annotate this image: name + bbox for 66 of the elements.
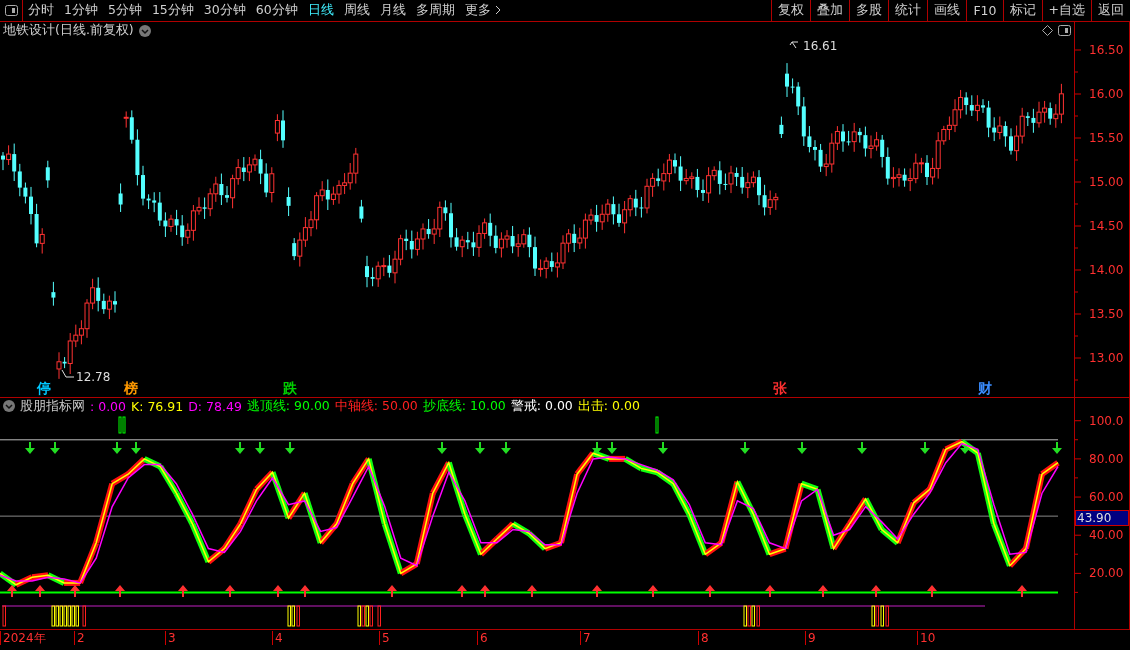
date-label: 5: [379, 630, 390, 645]
axis-label: 16.50: [1089, 42, 1124, 57]
panel-toggle-icon[interactable]: [1058, 25, 1071, 36]
dropdown-icon[interactable]: [3, 400, 15, 412]
toolbar-button[interactable]: 返回: [1091, 0, 1130, 21]
toolbar-button[interactable]: +自选: [1041, 0, 1091, 21]
axis-label: 100.0: [1089, 414, 1124, 428]
legend-value: : 0.00: [90, 398, 127, 414]
period-tab[interactable]: 1分钟: [64, 1, 98, 19]
period-tab[interactable]: 多周期: [415, 1, 455, 19]
indicator-name: 股朋指标网: [20, 397, 85, 415]
period-tab[interactable]: 60分钟: [255, 1, 298, 19]
date-label: 8: [698, 630, 709, 645]
axis-label: 80.00: [1089, 451, 1124, 466]
legend-value: 抄底线: 10.00: [422, 397, 506, 415]
event-marker[interactable]: 财: [978, 379, 992, 398]
legend-value: 逃顶线: 90.00: [246, 397, 330, 415]
event-marker[interactable]: 张: [773, 379, 787, 398]
toolbar-button[interactable]: 画线: [927, 0, 967, 21]
axis-label: 40.00: [1089, 527, 1124, 542]
axis-label: 14.50: [1089, 218, 1124, 233]
period-tab[interactable]: 分时: [28, 1, 54, 19]
date-label: 2: [74, 630, 85, 645]
axis-label: 13.00: [1089, 350, 1124, 365]
axis-label: 15.00: [1089, 174, 1124, 189]
event-marker[interactable]: 榜: [124, 379, 138, 398]
period-tab[interactable]: 15分钟: [151, 1, 194, 19]
toolbar-button[interactable]: 复权: [771, 0, 811, 21]
period-tab[interactable]: 周线: [343, 1, 370, 19]
legend-value: : 76.91: [139, 398, 184, 414]
panel-toggle-icon[interactable]: [4, 4, 18, 16]
period-tab[interactable]: 5分钟: [107, 1, 142, 19]
period-tab[interactable]: 更多: [464, 1, 501, 19]
legend-value: 警戒: 0.00: [510, 397, 573, 415]
event-marker[interactable]: 跌: [283, 379, 297, 398]
axis-label: 20.00: [1089, 565, 1124, 580]
toolbar-button[interactable]: 多股: [849, 0, 889, 21]
date-label: 3: [165, 630, 176, 645]
period-tab[interactable]: 日线: [307, 1, 334, 19]
chevron-right-icon: [494, 5, 501, 16]
cursor-value-label: 43.90: [1075, 509, 1129, 526]
legend-value: 出击: 0.00: [577, 397, 640, 415]
toolbar-button[interactable]: F10: [966, 0, 1003, 21]
dropdown-icon[interactable]: [138, 24, 151, 37]
chart-title: 地铁设计(日线.前复权): [3, 22, 134, 39]
legend-value: : 78.49: [197, 398, 242, 414]
date-label: 6: [477, 630, 488, 645]
axis-label: 14.00: [1089, 262, 1124, 277]
date-label: 2024年: [0, 630, 46, 645]
axis-label: 16.00: [1089, 86, 1124, 101]
toolbar-button[interactable]: 叠加: [810, 0, 850, 21]
date-label: 7: [580, 630, 591, 645]
period-tab[interactable]: 月线: [379, 1, 406, 19]
legend-value: 中轴线: 50.00: [334, 397, 418, 415]
toolbar-button[interactable]: 标记: [1002, 0, 1042, 21]
series-name: D: [188, 398, 198, 414]
axis-label: 60.00: [1089, 489, 1124, 504]
date-label: 9: [805, 630, 816, 645]
axis-label: 15.50: [1089, 130, 1124, 145]
date-label: 4: [272, 630, 283, 645]
toolbar-button[interactable]: 统计: [888, 0, 928, 21]
event-marker[interactable]: 停: [37, 379, 51, 398]
axis-label: 13.50: [1089, 306, 1124, 321]
date-label: 10: [917, 630, 936, 645]
diamond-icon[interactable]: [1042, 25, 1053, 36]
period-tab[interactable]: 30分钟: [203, 1, 246, 19]
